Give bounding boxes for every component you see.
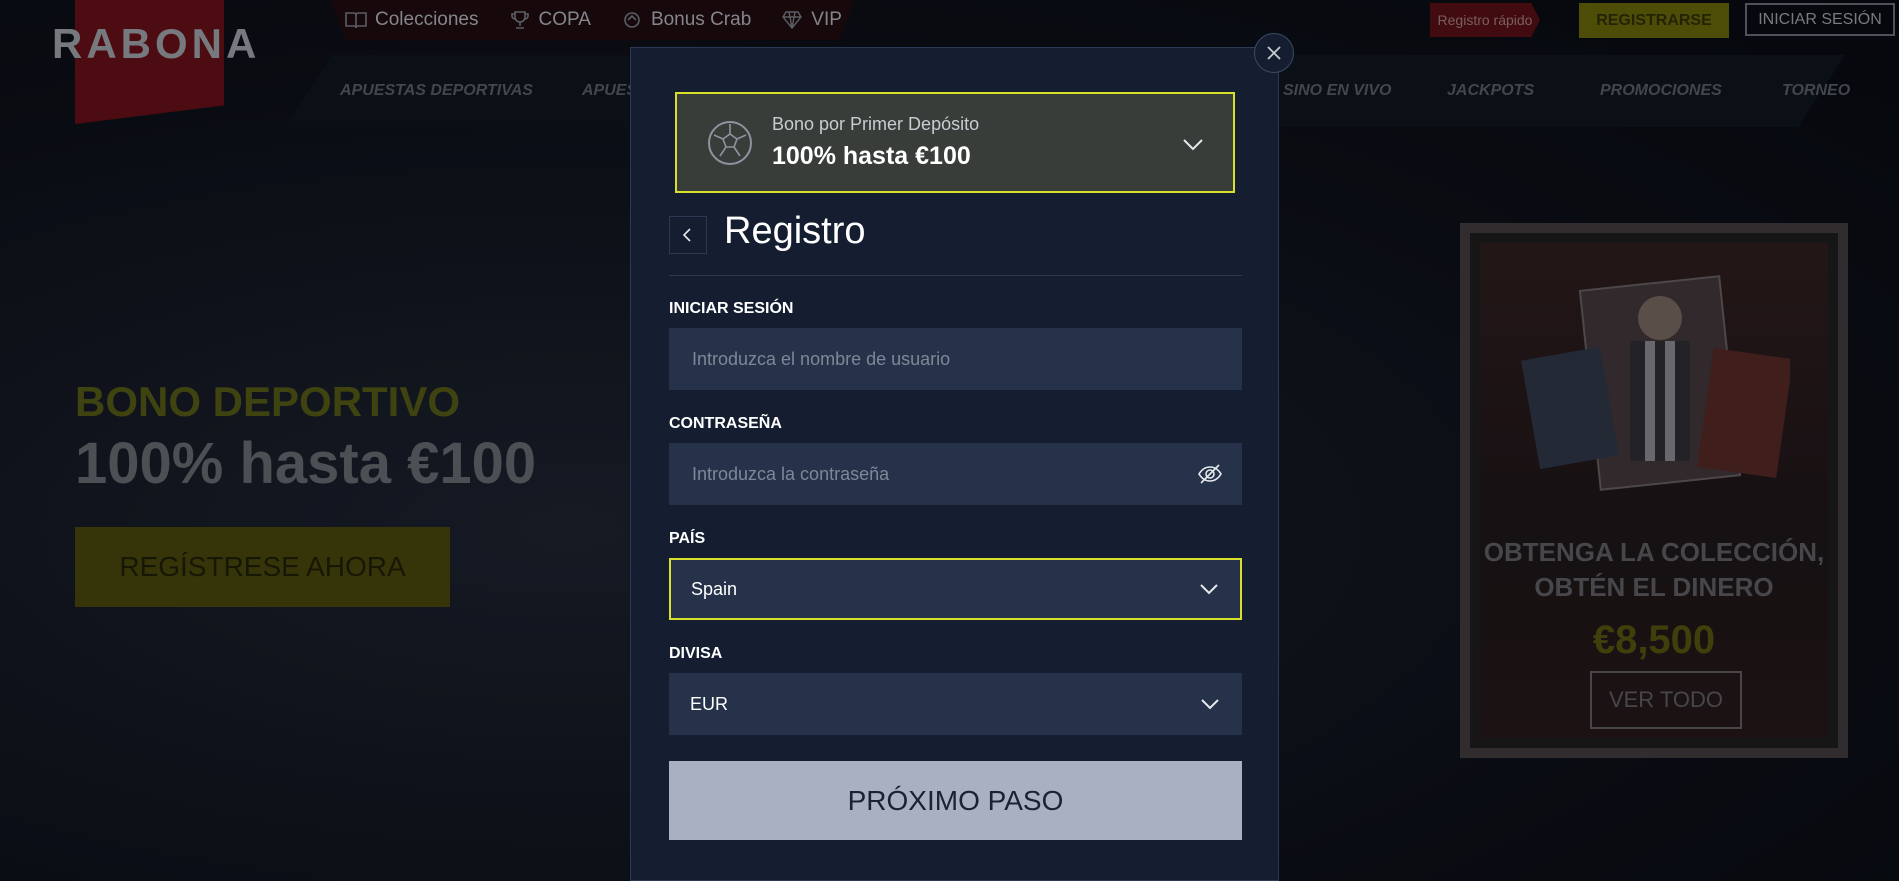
- username-input[interactable]: [690, 347, 1163, 371]
- chevron-left-icon: [682, 228, 691, 242]
- username-label: INICIAR SESIÓN: [669, 300, 794, 317]
- soccer-ball-icon: [708, 121, 752, 165]
- currency-value: EUR: [690, 693, 729, 714]
- bonus-value: 100% hasta €100: [772, 142, 971, 170]
- country-value: Spain: [691, 578, 738, 599]
- bonus-label: Bono por Primer Depósito: [772, 114, 980, 134]
- chevron-down-icon: [1200, 584, 1218, 595]
- country-select[interactable]: Spain: [669, 558, 1242, 620]
- currency-select[interactable]: EUR: [669, 673, 1242, 735]
- divider: [669, 275, 1242, 276]
- password-label: CONTRASEÑA: [669, 415, 782, 432]
- eye-off-icon[interactable]: [1197, 461, 1223, 487]
- currency-label: DIVISA: [669, 645, 723, 662]
- modal-title: Registro: [724, 210, 866, 252]
- password-field[interactable]: [669, 443, 1242, 505]
- back-button[interactable]: [669, 216, 707, 254]
- chevron-down-icon: [1183, 139, 1203, 151]
- close-icon: [1267, 46, 1281, 60]
- chevron-down-icon: [1201, 699, 1219, 710]
- bonus-selector[interactable]: Bono por Primer Depósito 100% hasta €100: [675, 92, 1235, 193]
- username-field[interactable]: [669, 328, 1242, 390]
- close-button[interactable]: [1254, 33, 1294, 73]
- password-input[interactable]: [690, 462, 1163, 486]
- country-label: PAÍS: [669, 530, 706, 547]
- next-step-button[interactable]: PRÓXIMO PASO: [669, 761, 1242, 840]
